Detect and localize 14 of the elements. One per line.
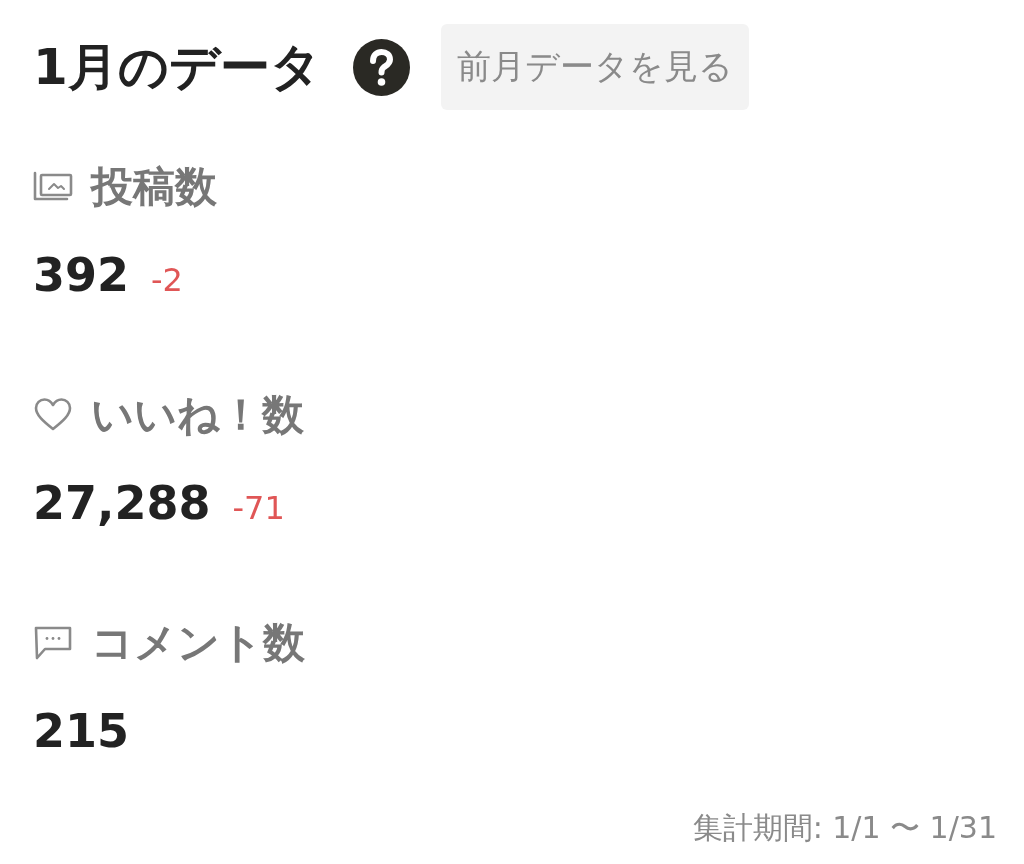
metric-change: -71 (232, 492, 285, 524)
page-title: 1月のデータ (33, 37, 321, 97)
previous-month-button[interactable]: 前月データを見る (440, 24, 749, 110)
metric-label: 投稿数 (91, 161, 217, 213)
period-text: 集計期間: 1/1 〜 1/31 (692, 810, 997, 846)
metric-value: 215 (33, 706, 130, 757)
metric-change: -2 (151, 264, 183, 296)
metric-value: 27,288 (33, 478, 211, 529)
metric-label: コメント数 (91, 617, 305, 669)
heart-icon (33, 397, 73, 433)
comment-icon (33, 625, 73, 661)
metric-label: いいね！数 (91, 389, 304, 441)
help-icon[interactable] (352, 38, 410, 96)
metric-value: 392 (33, 250, 130, 301)
